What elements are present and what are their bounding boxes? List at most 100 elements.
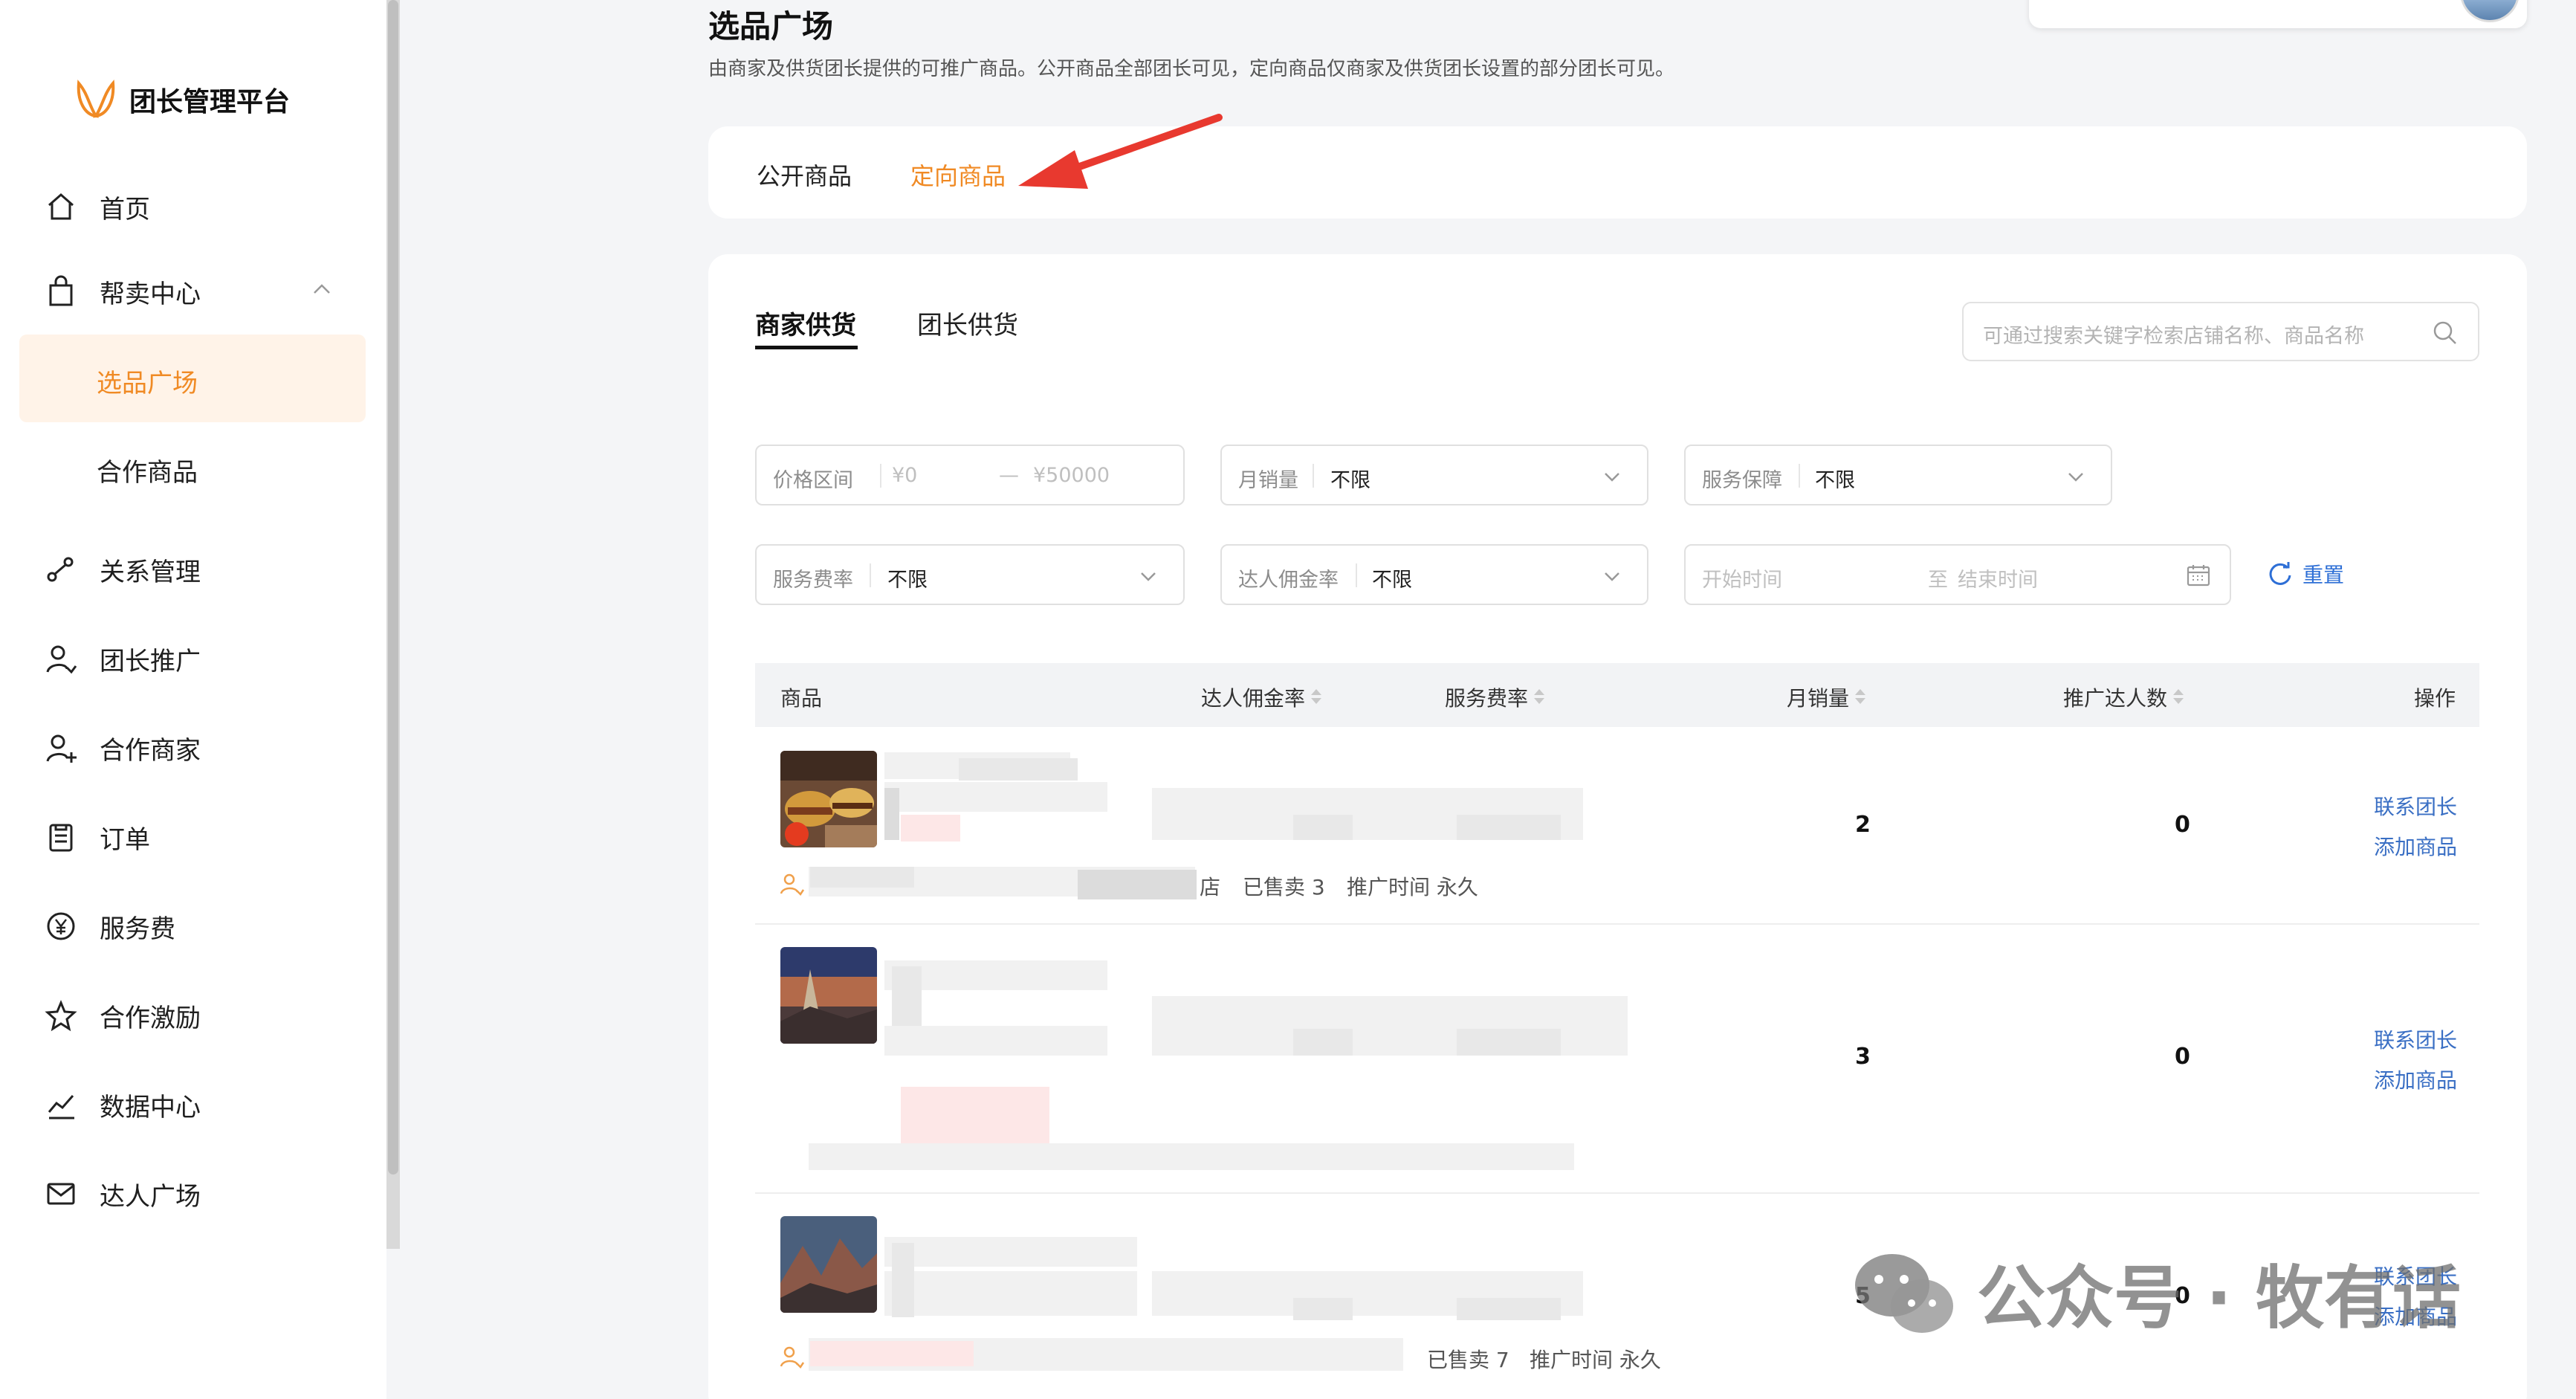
chevron-down-icon	[1141, 572, 1156, 581]
price-range-separator: —	[999, 464, 1019, 487]
nav-talent-square[interactable]: 达人广场	[45, 1172, 201, 1216]
chevron-up-icon[interactable]	[311, 278, 333, 300]
service-guarantee-filter[interactable]: 服务保障 不限	[1684, 445, 2112, 505]
service-guarantee-label: 服务保障	[1702, 469, 1782, 492]
search-placeholder: 可通过搜索关键字检索店铺名称、商品名称	[1983, 325, 2364, 348]
nav-orders[interactable]: 订单	[45, 815, 150, 859]
nav-merchants[interactable]: 合作商家	[45, 726, 201, 770]
commission-value-blurred	[1293, 1298, 1353, 1320]
annotation-arrow	[1018, 114, 1223, 189]
service-fee-filter[interactable]: 服务费率 不限	[755, 544, 1185, 605]
col-monthly-sales[interactable]: 月销量	[1787, 682, 1866, 712]
col-service-fee-label: 服务费率	[1445, 686, 1529, 711]
product-title-blurred	[892, 1243, 914, 1317]
product-image[interactable]	[780, 1216, 877, 1313]
page-title: 选品广场	[708, 8, 834, 45]
monthly-sales-value: 不限	[1330, 469, 1370, 492]
sort-icon[interactable]	[1311, 689, 1322, 705]
user-icon	[780, 1346, 804, 1369]
col-actions-label: 操作	[2414, 686, 2456, 711]
user-promote-icon	[46, 645, 77, 674]
nav-relation-label: 关系管理	[100, 557, 201, 587]
price-max-input[interactable]: ¥50000	[1033, 464, 1110, 487]
product-title-blurred	[959, 758, 1078, 781]
price-min-input[interactable]: ¥0	[892, 464, 917, 487]
chevron-down-icon	[1605, 572, 1619, 581]
search-input[interactable]: 可通过搜索关键字检索店铺名称、商品名称	[1962, 302, 2479, 361]
tab-targeted-products[interactable]: 定向商品	[910, 158, 1006, 192]
product-image[interactable]	[780, 947, 877, 1044]
watermark-text: 公众号 · 牧有话	[1977, 1259, 2462, 1338]
sidebar-scrollbar-thumb[interactable]	[388, 0, 398, 1175]
filter-divider	[870, 563, 871, 587]
row-divider	[755, 923, 2479, 925]
col-product: 商品	[780, 682, 822, 712]
contact-leader-link[interactable]: 联系团长	[2374, 791, 2457, 821]
sidebar: 团长管理平台 首页 帮卖中心 选品广场 合作商品 关系管理 团长推广 合作商家 …	[0, 0, 386, 1399]
sort-icon[interactable]	[2173, 689, 2184, 705]
commission-value-blurred	[1293, 815, 1353, 840]
calendar-icon[interactable]	[2185, 562, 2212, 589]
reset-label: 重置	[2302, 563, 2345, 587]
contact-leader-link[interactable]: 联系团长	[2374, 1024, 2457, 1054]
nav-service-fee-label: 服务费	[100, 914, 175, 944]
sort-icon[interactable]	[1534, 689, 1545, 705]
search-icon[interactable]	[2430, 318, 2460, 348]
monthly-sales-label: 月销量	[1238, 469, 1298, 492]
tab-leader-supply[interactable]: 团长供货	[917, 305, 1018, 341]
reset-button[interactable]: 重置	[2265, 559, 2344, 589]
col-commission[interactable]: 达人佣金率	[1201, 682, 1322, 712]
monthly-sales-filter[interactable]: 月销量 不限	[1220, 445, 1648, 505]
sold-count: 已售卖 3	[1243, 875, 1325, 899]
user-toolbar[interactable]	[2029, 0, 2527, 28]
col-promoters[interactable]: 推广达人数	[2063, 682, 2184, 712]
nav-data-center[interactable]: 数据中心	[45, 1082, 201, 1127]
merchant-icon	[46, 734, 77, 763]
col-product-label: 商品	[780, 686, 823, 711]
add-product-link[interactable]: 添加商品	[2374, 831, 2457, 861]
nav-orders-label: 订单	[100, 824, 150, 855]
main-card	[708, 254, 2527, 1399]
product-subtitle-blurred	[884, 788, 899, 840]
page-description: 由商家及供货团长提供的可推广商品。公开商品全部团长可见，定向商品仅商家及供货团长…	[708, 58, 1675, 80]
promo-time: 推广时间 永久	[1530, 1348, 1661, 1372]
nav-promote[interactable]: 团长推广	[45, 636, 201, 681]
order-icon	[49, 824, 73, 852]
sort-icon[interactable]	[1855, 689, 1866, 705]
shop-name-blurred	[809, 1143, 1574, 1170]
nav-home[interactable]: 首页	[45, 184, 150, 229]
table-header: 商品 达人佣金率 服务费率 月销量 推广达人数 操作	[755, 663, 2479, 727]
date-range-separator: 至	[1928, 569, 1948, 592]
chevron-down-icon	[1605, 473, 1619, 482]
end-date-input[interactable]: 结束时间	[1958, 563, 2038, 592]
brand[interactable]: 团长管理平台	[74, 77, 290, 122]
nav-help-sell[interactable]: 帮卖中心	[45, 269, 201, 314]
product-image[interactable]	[780, 751, 877, 847]
wechat-icon	[1855, 1253, 1953, 1333]
tab-merchant-supply[interactable]: 商家供货	[755, 305, 856, 341]
bag-icon	[49, 275, 73, 306]
commission-filter[interactable]: 达人佣金率 不限	[1220, 544, 1648, 605]
col-actions: 操作	[2414, 682, 2456, 712]
shop-name-blurred	[810, 1341, 974, 1366]
price-range-filter[interactable]: 价格区间 ¥0 — ¥50000	[755, 445, 1185, 505]
nav-help-sell-label: 帮卖中心	[100, 279, 201, 309]
nav-incentives[interactable]: 合作激励	[45, 993, 201, 1038]
col-commission-label: 达人佣金率	[1201, 686, 1306, 711]
add-product-link[interactable]: 添加商品	[2374, 1064, 2457, 1094]
tab-public-products[interactable]: 公开商品	[757, 158, 852, 192]
sub-item-selection-square[interactable]: 选品广场	[97, 363, 198, 399]
col-monthly-sales-label: 月销量	[1787, 686, 1850, 711]
date-range-filter[interactable]: 开始时间 至 结束时间	[1684, 544, 2231, 605]
nav-relation[interactable]: 关系管理	[45, 547, 201, 592]
sub-item-coop-products[interactable]: 合作商品	[97, 452, 198, 488]
start-date-input[interactable]: 开始时间	[1702, 563, 1782, 592]
filter-divider	[1799, 464, 1800, 488]
col-service-fee[interactable]: 服务费率	[1445, 682, 1545, 712]
tab-active-indicator	[755, 346, 858, 349]
star-icon	[45, 1000, 77, 1032]
sold-count: 已售卖 7	[1427, 1348, 1509, 1372]
commission-value: 不限	[1372, 569, 1412, 592]
nav-service-fee[interactable]: 服务费	[45, 904, 175, 949]
col-promoters-label: 推广达人数	[2063, 686, 2168, 711]
